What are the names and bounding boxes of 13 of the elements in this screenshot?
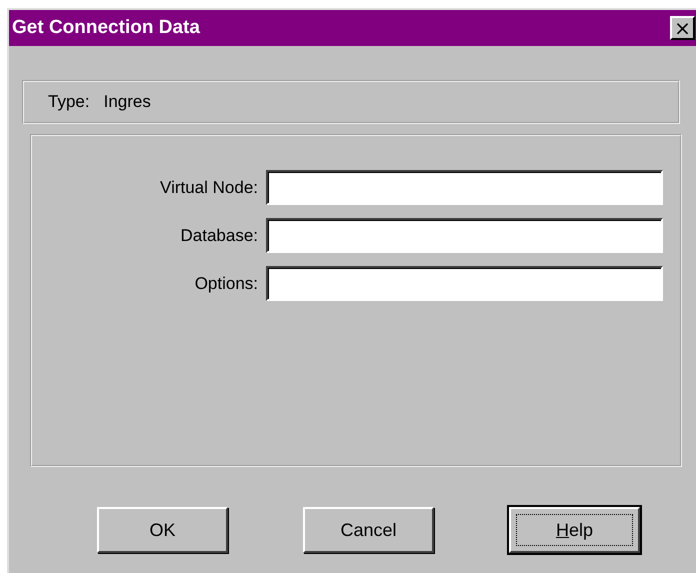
input-field[interactable] [266, 170, 663, 205]
field-label: Database: [180, 226, 258, 246]
input-field[interactable] [266, 218, 663, 253]
type-value: Ingres [104, 92, 151, 112]
field-label: Virtual Node: [159, 178, 258, 198]
dialog-button[interactable]: OK [97, 507, 228, 553]
dialog-button[interactable]: Cancel [303, 507, 434, 553]
window-title: Get Connection Data [12, 17, 200, 39]
dialog-button[interactable]: Help [509, 507, 640, 553]
type-label: Type: [48, 92, 90, 112]
field-label: Options: [194, 274, 258, 294]
close-button[interactable]: × [670, 16, 695, 40]
input-field[interactable] [266, 266, 663, 301]
